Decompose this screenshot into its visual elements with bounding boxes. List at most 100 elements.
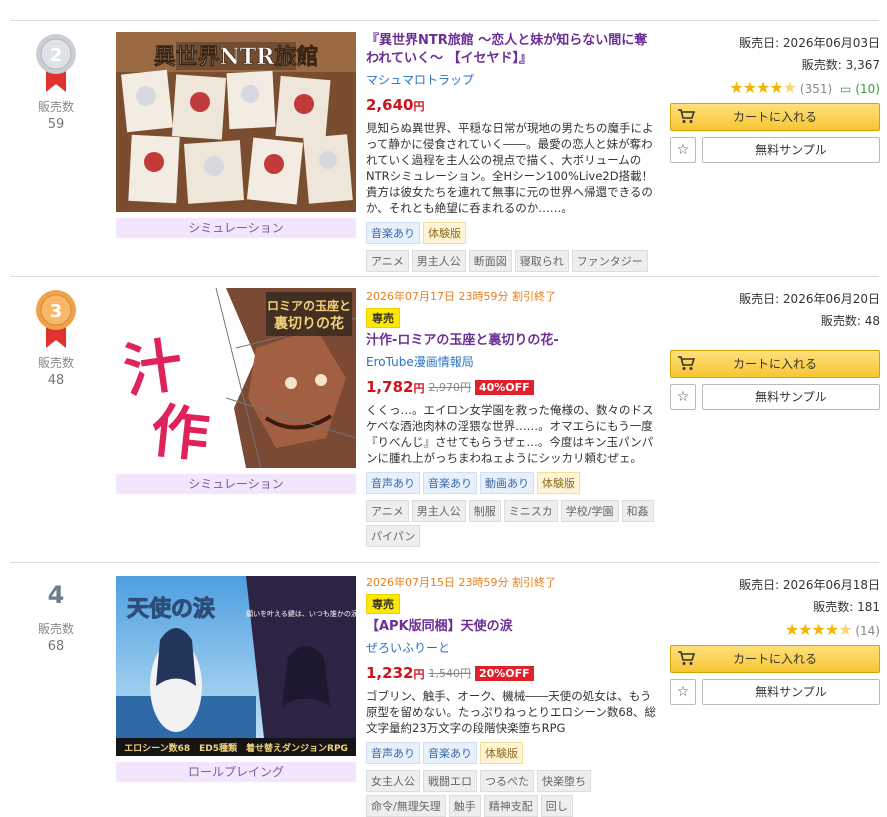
exclusive-badge: 専売 [366,308,400,328]
product-thumbnail[interactable]: 天使の涙 願いを叶える鍵は、いつも誰かの涙だった。 エロシーン数68 ED5種類… [116,576,356,756]
tag[interactable]: 男主人公 [411,500,466,522]
rating-count: (14) [855,624,880,638]
rating-count: (351) [799,82,833,96]
rating[interactable]: ★★★★★ (351) ▭ (10) [670,78,880,97]
divider [10,276,879,277]
tag[interactable]: ミニスカ [503,500,558,522]
svg-text:天使の涙: 天使の涙 [127,596,215,622]
tag[interactable]: アニメ [366,250,409,272]
svg-text:ロミアの玉座と: ロミアの玉座と [267,298,351,313]
favorite-star-button[interactable]: ☆ [670,137,696,163]
rank-number: 4 [47,581,65,609]
exclusive-badge: 専売 [366,594,400,614]
feature-tags: 音楽あり 体験版 [366,222,660,244]
genre-tags: 女主人公 戦闘エロ つるぺた 快楽堕ち 命令/無理矢理 触手 精神支配 回し [366,770,660,817]
sales-count: 販売数: 181 [813,600,880,614]
product-description: 見知らぬ異世界、平穏な日常が現地の男たちの魔手によって静かに侵食されていく――。… [366,121,654,215]
maker-link[interactable]: マシュマロトラップ [366,71,660,88]
genre-label[interactable]: シミュレーション [116,474,356,494]
add-to-cart-button[interactable]: カートに入れる [670,103,880,131]
rank-sales-count: 59 [47,117,65,132]
tag[interactable]: つるぺた [480,770,534,792]
product-thumbnail[interactable]: ロミアの玉座と 裏切りの花 汁 作 [116,288,356,468]
tag[interactable]: 男主人公 [411,250,466,272]
tag[interactable]: 音楽あり [423,742,477,764]
feature-tags: 音声あり 音楽あり 動画あり 体験版 [366,472,660,494]
favorite-star-button[interactable]: ☆ [670,384,696,410]
add-to-cart-button[interactable]: カートに入れる [670,350,880,378]
tag[interactable]: 体験版 [480,742,523,764]
tag[interactable]: 女主人公 [366,770,420,792]
genre-label[interactable]: シミュレーション [116,218,356,238]
tag[interactable]: 体験版 [423,222,466,244]
tag[interactable]: 音声あり [366,472,420,494]
product-info: 2026年07月15日 23時59分 割引終了 専売 【APK版同梱】天使の涙 … [366,574,660,817]
maker-link[interactable]: EroTube漫画情報局 [366,353,660,370]
tag[interactable]: 快楽堕ち [537,770,591,792]
original-price: 1,540円 [428,667,471,680]
svg-text:エロシーン数68 ED5種類 着せ替えダンジョンRPG: エロシーン数68 ED5種類 着せ替えダンジョンRPG [124,742,348,754]
tag[interactable]: 和姦 [621,500,654,522]
half-star-icon: ★ [838,620,852,639]
rank-sales-label: 販売数 [37,622,74,636]
release-date: 販売日: 2026年06月03日 [739,36,880,50]
divider [10,20,879,21]
tag[interactable]: 精神支配 [483,795,538,817]
tag[interactable]: 学校/学園 [560,500,619,522]
genre-tags: アニメ 男主人公 断面図 寝取られ ファンタジー [366,250,660,272]
release-date: 販売日: 2026年06月20日 [739,292,880,306]
rank-column: 3 販売数 48 [10,288,102,388]
tag[interactable]: 断面図 [468,250,512,272]
svg-text:2: 2 [50,45,63,66]
ranking-item: 2 販売数 59 異世界NTR旅館 シミュレーション 『異世界NTR旅館 ～恋人… [10,32,880,272]
add-to-cart-button[interactable]: カートに入れる [670,645,880,673]
product-title[interactable]: 汁作-ロミアの玉座と裏切りの花- [366,332,660,350]
release-date: 販売日: 2026年06月18日 [739,578,880,592]
discount-deadline: 2026年07月15日 23時59分 割引終了 [366,576,556,589]
price-line: 1,782円 2,970円 40%OFF [366,378,660,396]
favorite-star-button[interactable]: ☆ [670,679,696,705]
free-sample-button[interactable]: 無料サンプル [702,137,880,163]
tag[interactable]: アニメ [366,500,409,522]
purchase-panel: 販売日: 2026年06月20日 販売数: 48 カートに入れる ☆ 無料サンプ… [670,288,880,410]
tag[interactable]: 動画あり [480,472,534,494]
genre-label[interactable]: ロールプレイング [116,762,356,782]
divider [10,562,879,563]
rating[interactable]: ★★★★★ (14) [670,620,880,639]
product-title[interactable]: 【APK版同梱】天使の涙 [366,618,660,636]
tag[interactable]: 音楽あり [423,472,477,494]
purchase-panel: 販売日: 2026年06月03日 販売数: 3,367 ★★★★★ (351) … [670,32,880,163]
tag[interactable]: 制服 [468,500,501,522]
cart-icon [677,354,696,372]
tag[interactable]: ファンタジー [571,250,648,272]
genre-tags: アニメ 男主人公 制服 ミニスカ 学校/学園 和姦 パイパン [366,500,660,547]
discount-badge: 20%OFF [474,665,534,681]
free-sample-button[interactable]: 無料サンプル [702,679,880,705]
product-thumbnail[interactable]: 異世界NTR旅館 [116,32,356,212]
maker-link[interactable]: ぜろいふりーと [366,639,660,656]
tag[interactable]: 音楽あり [366,222,420,244]
purchase-panel: 販売日: 2026年06月18日 販売数: 181 ★★★★★ (14) カート… [670,574,880,705]
star-rating-icon: ★★★★ [784,620,839,639]
bronze-medal-icon: 3 [36,288,76,350]
tag[interactable]: 触手 [448,795,481,817]
review-icon: ▭ [840,82,852,96]
product-description: ゴブリン、触手、オーク、機械――天使の処女は、もう原型を留めない。たっぷりねっと… [366,689,657,735]
tag[interactable]: 戦闘エロ [423,770,477,792]
tag[interactable]: 回し [540,795,573,817]
free-sample-button[interactable]: 無料サンプル [702,384,880,410]
tag[interactable]: 命令/無理矢理 [366,795,446,817]
cart-icon [677,107,696,125]
svg-text:作: 作 [148,396,213,468]
discount-badge: 40%OFF [474,379,534,395]
review-count[interactable]: (10) [855,82,880,96]
original-price: 2,970円 [428,381,471,394]
product-title[interactable]: 『異世界NTR旅館 ～恋人と妹が知らない間に奪われていく～ 【イセヤド】』 [366,32,660,68]
price: 1,782円 [366,378,425,396]
star-rating-icon: ★★★★ [729,78,783,97]
price: 1,232円 [366,664,425,682]
tag[interactable]: 音声あり [366,742,420,764]
tag[interactable]: 体験版 [537,472,580,494]
tag[interactable]: 寝取られ [514,250,569,272]
tag[interactable]: パイパン [366,525,421,547]
